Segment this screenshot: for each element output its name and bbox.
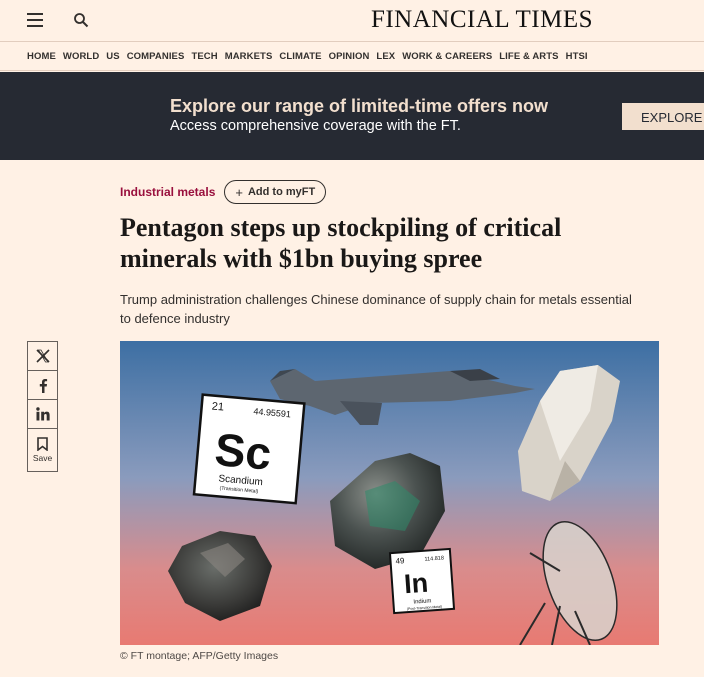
- save-button[interactable]: Save: [27, 428, 58, 472]
- facebook-icon: [39, 378, 47, 393]
- explore-offers-button[interactable]: EXPLORE OFFERS: [622, 103, 704, 130]
- save-label: Save: [32, 453, 53, 463]
- nav-item-us[interactable]: US: [106, 51, 119, 62]
- nav-item-markets[interactable]: MARKETS: [225, 51, 273, 62]
- nav-item-lex[interactable]: LEX: [376, 51, 395, 62]
- main-nav: HOME WORLD US COMPANIES TECH MARKETS CLIMATE OP…: [0, 43, 704, 71]
- promo-subtitle: Access comprehensive coverage with the F…: [170, 118, 461, 134]
- nav-item-tech[interactable]: TECH: [191, 51, 217, 62]
- sc-atomic-number: 21: [211, 401, 224, 414]
- promo-banner: Explore our range of limited-time offers…: [0, 72, 704, 160]
- topic-row: Industrial metals + Add to myFT: [120, 180, 327, 204]
- in-symbol: In: [403, 568, 429, 600]
- topic-link[interactable]: Industrial metals: [120, 185, 215, 199]
- add-to-myft-label: Add to myFT: [247, 186, 316, 198]
- nav-item-companies[interactable]: COMPANIES: [127, 51, 185, 62]
- add-to-myft-button[interactable]: + Add to myFT: [224, 180, 327, 204]
- article-standfirst: Trump administration challenges Chinese …: [120, 292, 632, 326]
- hero-image: 21 44.95591 Sc Scandium (Transition Meta…: [120, 341, 659, 645]
- article-headline: Pentagon steps up stockpiling of critica…: [120, 213, 562, 273]
- scandium-element-tile: 21 44.95591 Sc Scandium (Transition Meta…: [192, 393, 306, 505]
- nav-item-home[interactable]: HOME: [27, 51, 56, 62]
- image-caption: © FT montage; AFP/Getty Images: [120, 650, 279, 662]
- in-name: Indium: [413, 598, 431, 605]
- ft-logo[interactable]: FINANCIAL TIMES: [362, 6, 602, 34]
- nav-item-world[interactable]: WORLD: [63, 51, 99, 62]
- nav-item-life-arts[interactable]: LIFE & ARTS: [499, 51, 558, 62]
- indium-element-tile: 49 114.818 In Indium (Post-Transition Me…: [388, 547, 456, 615]
- share-linkedin-button[interactable]: [27, 399, 58, 429]
- promo-title: Explore our range of limited-time offers…: [170, 96, 549, 116]
- nav-item-work-careers[interactable]: WORK & CAREERS: [402, 51, 492, 62]
- hamburger-menu-icon[interactable]: [27, 13, 43, 27]
- search-icon[interactable]: [73, 12, 89, 28]
- bookmark-icon: [37, 437, 48, 451]
- share-x-button[interactable]: [27, 341, 58, 371]
- nav-item-climate[interactable]: CLIMATE: [279, 51, 321, 62]
- nav-list: HOME WORLD US COMPANIES TECH MARKETS CLIMATE OP…: [27, 51, 595, 62]
- sc-symbol: Sc: [213, 423, 274, 480]
- linkedin-icon: [35, 407, 50, 421]
- share-facebook-button[interactable]: [27, 370, 58, 400]
- nav-item-htsi[interactable]: HTSI: [566, 51, 588, 62]
- x-logo-icon: [35, 349, 50, 363]
- top-bar: FINANCIAL TIMES: [0, 0, 704, 42]
- plus-icon: +: [235, 184, 243, 200]
- share-rail: Save: [27, 341, 58, 472]
- in-atomic-number: 49: [395, 556, 405, 566]
- nav-item-opinion[interactable]: OPINION: [329, 51, 370, 62]
